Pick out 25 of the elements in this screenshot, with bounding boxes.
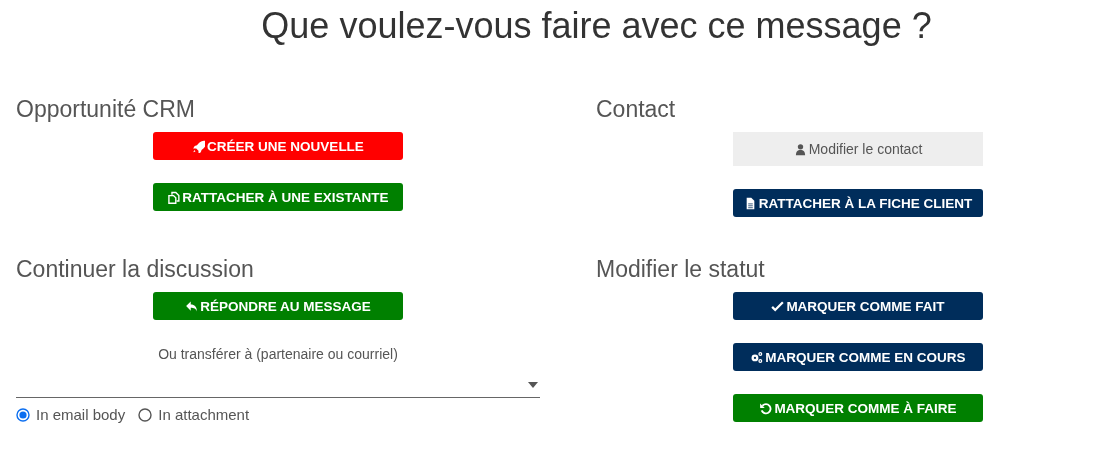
copy-icon [167,190,181,204]
rocket-icon [192,139,206,153]
section-heading: Continuer la discussion [16,255,255,283]
action-button[interactable]: CRÉER UNE NOUVELLE [153,132,403,160]
section-heading: Opportunité CRM [16,95,196,123]
section-heading: Modifier le statut [596,255,766,283]
action-button[interactable]: Modifier le contact [733,132,983,166]
action-button[interactable]: RÉPONDRE AU MESSAGE [153,292,403,320]
section-heading: Contact [596,95,677,123]
user-icon [793,142,807,156]
reply-icon [185,299,199,313]
undo-icon [759,401,773,415]
check-icon [771,299,785,313]
forward-label: Ou transférer à (partenaire ou courriel) [157,346,399,362]
page-title: Que voulez-vous faire avec ce message ? [260,4,933,48]
radio-button[interactable] [16,407,30,422]
action-button[interactable]: MARQUER COMME À FAIRE [733,394,983,422]
action-button[interactable]: RATTACHER À LA FICHE CLIENT [733,189,983,217]
radio-button[interactable] [138,407,153,422]
action-button[interactable]: MARQUER COMME FAIT [733,292,983,320]
action-button[interactable]: RATTACHER À UNE EXISTANTE [153,183,403,211]
radio-label: In attachment [158,406,250,423]
action-button[interactable]: MARQUER COMME EN COURS [733,343,983,371]
caret-icon [528,381,538,388]
radio-label: In email body [36,406,126,423]
